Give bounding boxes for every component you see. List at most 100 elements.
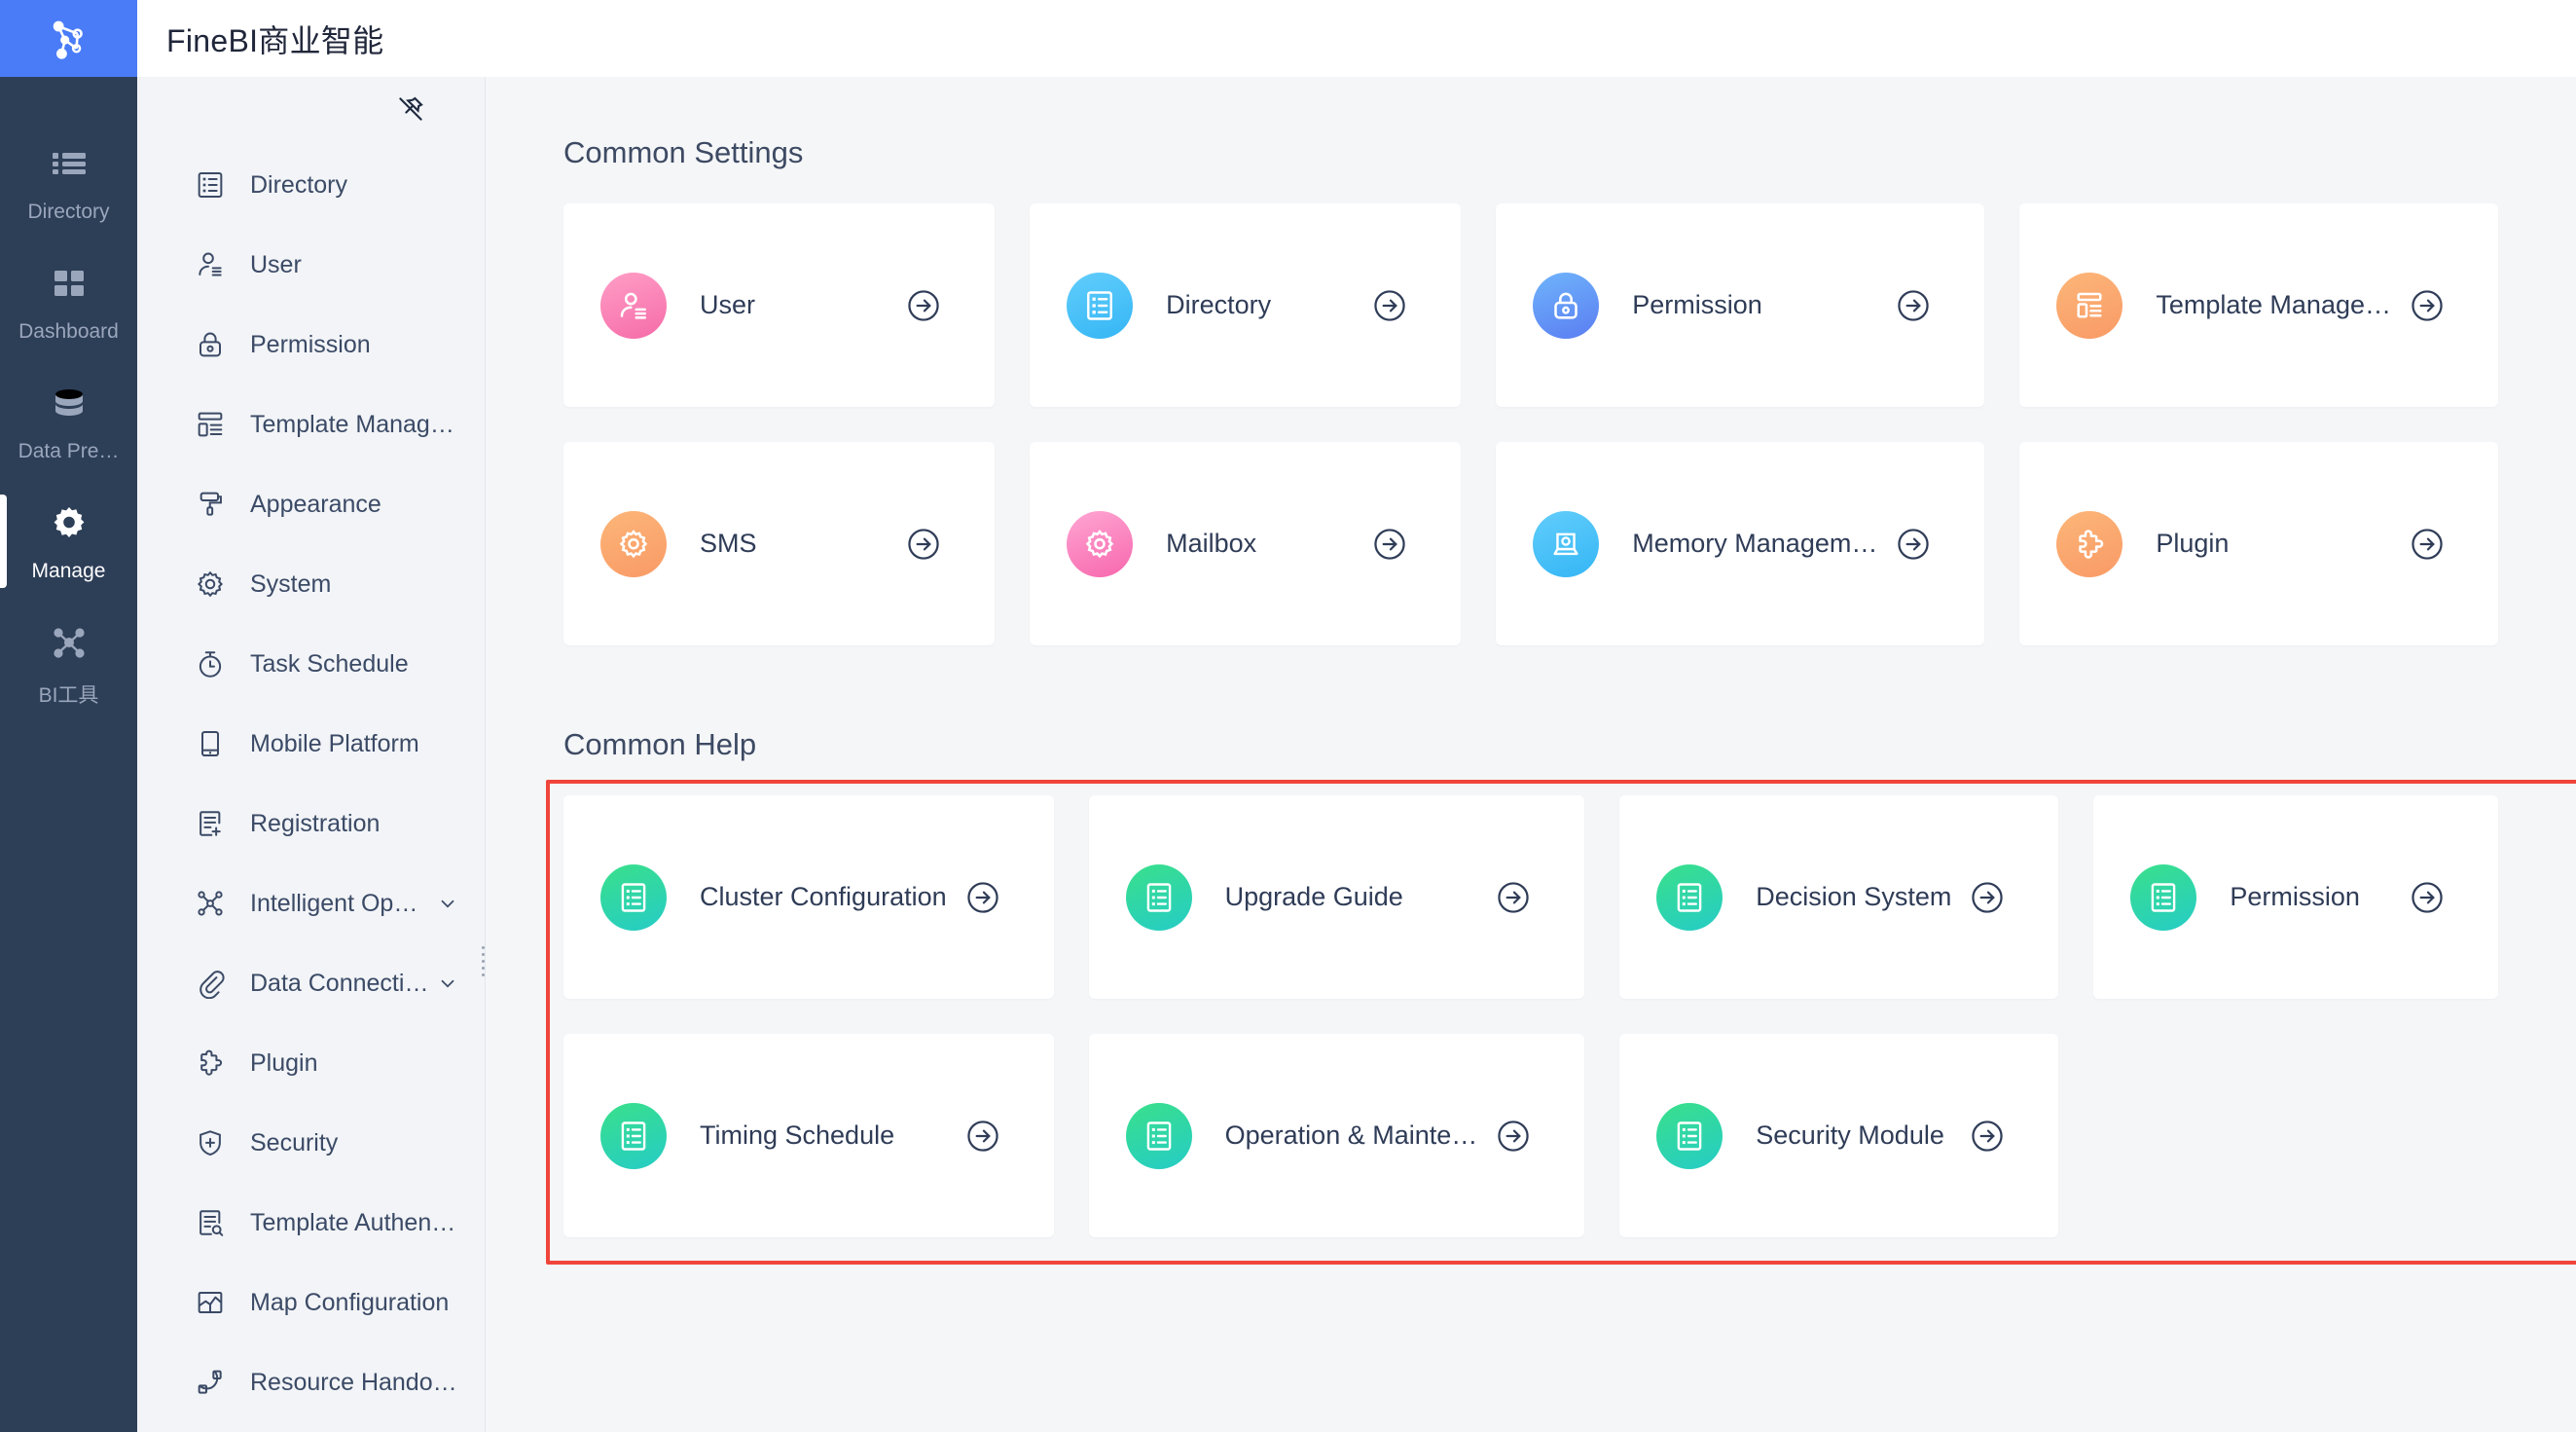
rail-label: BI工具 [39, 679, 99, 709]
card-timing-schedule[interactable]: Timing Schedule [563, 1034, 1054, 1237]
grid-icon [49, 260, 90, 307]
arrow-right-circle-icon[interactable] [905, 287, 942, 324]
arrow-right-circle-icon[interactable] [1895, 287, 1932, 324]
gear-icon [194, 568, 227, 601]
puzzle-icon [2056, 511, 2122, 577]
rail-label: Dashboard [18, 320, 119, 344]
gear-icon [49, 499, 90, 546]
sidebar-item-label: Template Manage… [250, 411, 459, 439]
arrow-right-circle-icon[interactable] [1969, 879, 2006, 916]
sidebar-item-security[interactable]: Security [137, 1103, 485, 1183]
card-label: Security Module [1756, 1120, 1951, 1151]
sidebar-item-label: Template Authentic… [250, 1209, 459, 1237]
card-label: Mailbox [1166, 529, 1354, 559]
card-label: SMS [700, 529, 888, 559]
memory-icon [1533, 511, 1599, 577]
card-upgrade-guide[interactable]: Upgrade Guide [1089, 795, 1585, 999]
card-operation-maintenance[interactable]: Operation & Mainte… [1089, 1034, 1585, 1237]
card-directory[interactable]: Directory [1030, 203, 1461, 407]
mobile-icon [194, 727, 227, 760]
sidebar-item-appearance[interactable]: Appearance [137, 464, 485, 544]
card-label: Permission [1632, 290, 1877, 320]
card-label: Permission [2230, 882, 2391, 912]
sidebar-item-permission[interactable]: Permission [137, 305, 485, 385]
arrow-right-circle-icon[interactable] [2409, 287, 2446, 324]
arrow-right-circle-icon[interactable] [1371, 287, 1408, 324]
arrow-right-circle-icon[interactable] [1371, 526, 1408, 563]
arrow-right-circle-icon[interactable] [1969, 1118, 2006, 1155]
document-icon [2130, 864, 2196, 931]
arrow-right-circle-icon[interactable] [964, 1118, 1001, 1155]
sidebar-item-resource-handover[interactable]: Resource Handover [137, 1342, 485, 1422]
unpin-icon[interactable] [391, 90, 430, 129]
rail-label: Data Pre… [18, 440, 120, 463]
card-memory-management[interactable]: Memory Managem… [1496, 442, 1984, 645]
user-icon [600, 273, 667, 339]
rail-item-data-preparation[interactable]: Data Pre… [0, 367, 137, 487]
lock-icon [194, 328, 227, 361]
template-layout-icon [194, 408, 227, 441]
card-plugin[interactable]: Plugin [2019, 442, 2498, 645]
sidebar-item-label: System [250, 570, 459, 599]
arrow-right-circle-icon[interactable] [2409, 879, 2446, 916]
secondary-sidebar: Directory User Permission [137, 77, 486, 1432]
card-template-management[interactable]: Template Manage… [2019, 203, 2498, 407]
sidebar-item-user[interactable]: User [137, 225, 485, 305]
user-icon [194, 248, 227, 281]
arrow-right-circle-icon[interactable] [964, 879, 1001, 916]
finebi-network-logo-icon [44, 14, 94, 64]
card-security-module[interactable]: Security Module [1619, 1034, 2058, 1237]
sidebar-item-system[interactable]: System [137, 544, 485, 624]
app-logo[interactable] [0, 0, 137, 77]
sidebar-item-registration[interactable]: Registration [137, 784, 485, 863]
document-search-icon [194, 1206, 227, 1239]
handover-icon [194, 1366, 227, 1399]
sidebar-item-label: Task Schedule [250, 650, 459, 679]
rail-item-bi-tools[interactable]: BI工具 [0, 606, 137, 732]
lock-icon [1533, 273, 1599, 339]
arrow-right-circle-icon[interactable] [2409, 526, 2446, 563]
document-icon [1656, 864, 1723, 931]
sidebar-item-template-authentication[interactable]: Template Authentic… [137, 1183, 485, 1263]
sidebar-item-map-configuration[interactable]: Map Configuration [137, 1263, 485, 1342]
sidebar-item-data-connection[interactable]: Data Connection [137, 943, 485, 1023]
arrow-right-circle-icon[interactable] [1895, 526, 1932, 563]
sidebar-item-plugin[interactable]: Plugin [137, 1023, 485, 1103]
card-mailbox[interactable]: Mailbox [1030, 442, 1461, 645]
card-label: Timing Schedule [700, 1120, 947, 1151]
chevron-down-icon[interactable] [436, 972, 459, 995]
sidebar-item-label: Plugin [250, 1049, 459, 1078]
document-plus-icon [194, 807, 227, 840]
chevron-down-icon[interactable] [436, 892, 459, 915]
card-label: Memory Managem… [1632, 529, 1877, 559]
document-icon [600, 1103, 667, 1169]
rail-label: Directory [27, 201, 109, 224]
sidebar-item-task-schedule[interactable]: Task Schedule [137, 624, 485, 704]
card-permission-help[interactable]: Permission [2093, 795, 2498, 999]
sidebar-item-intelligent-operation[interactable]: Intelligent Ope… [137, 863, 485, 943]
sidebar-item-directory[interactable]: Directory [137, 145, 485, 225]
card-permission[interactable]: Permission [1496, 203, 1984, 407]
card-label: Plugin [2156, 529, 2391, 559]
card-user[interactable]: User [563, 203, 995, 407]
card-label: Operation & Mainte… [1225, 1120, 1478, 1151]
card-cluster-configuration[interactable]: Cluster Configuration [563, 795, 1054, 999]
rail-item-directory[interactable]: Directory [0, 128, 137, 247]
card-label: Upgrade Guide [1225, 882, 1478, 912]
card-decision-system[interactable]: Decision System [1619, 795, 2058, 999]
network-icon [49, 619, 90, 666]
sidebar-item-mobile-platform[interactable]: Mobile Platform [137, 704, 485, 784]
document-icon [1126, 864, 1192, 931]
rail-item-dashboard[interactable]: Dashboard [0, 247, 137, 367]
top-bar: FineBI商业智能 [0, 0, 2576, 77]
template-icon [2056, 273, 2122, 339]
main-content: Common Settings User Directory [486, 77, 2576, 1432]
sidebar-item-template-management[interactable]: Template Manage… [137, 385, 485, 464]
card-sms[interactable]: SMS [563, 442, 995, 645]
sidebar-item-label: Intelligent Ope… [250, 890, 430, 918]
arrow-right-circle-icon[interactable] [905, 526, 942, 563]
arrow-right-circle-icon[interactable] [1495, 879, 1532, 916]
rail-item-manage[interactable]: Manage [0, 487, 137, 606]
paint-roller-icon [194, 488, 227, 521]
arrow-right-circle-icon[interactable] [1495, 1118, 1532, 1155]
